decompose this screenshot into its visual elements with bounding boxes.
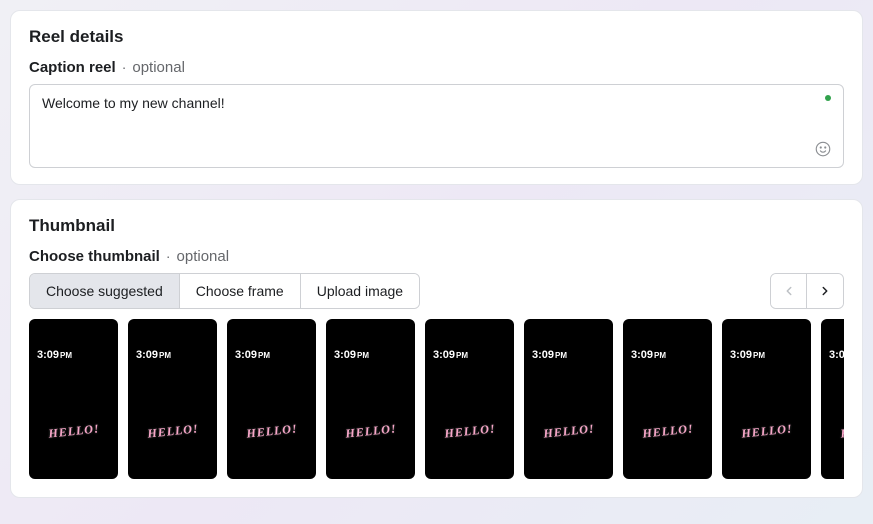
reel-details-card: Reel details Caption reel · optional Wel… [10, 10, 863, 185]
chevron-right-icon [818, 284, 832, 298]
thumbnail-time: 3:09PM [631, 349, 666, 361]
thumbnail-frame[interactable]: 3:09PM HELLO! [425, 319, 514, 479]
smile-icon [814, 140, 832, 158]
caption-optional: optional [132, 59, 185, 76]
choose-thumbnail-label: Choose thumbnail [29, 248, 160, 265]
thumbnail-time: 3:09PM [730, 349, 765, 361]
thumbnail-tabs: Choose suggested Choose frame Upload ima… [29, 273, 420, 309]
thumbnail-overlay-text: HELLO! [542, 421, 595, 441]
thumbnail-time: 3:09PM [829, 349, 844, 361]
thumbnail-next-button[interactable] [807, 274, 843, 308]
thumbnail-frame[interactable]: 3:09PM HELLO! [623, 319, 712, 479]
chevron-left-icon [782, 284, 796, 298]
thumbnail-card: Thumbnail Choose thumbnail · optional Ch… [10, 199, 863, 498]
caption-label-row: Caption reel · optional [29, 59, 844, 76]
thumbnail-frame[interactable]: 3:09PM HELLO! [722, 319, 811, 479]
thumbnail-overlay-text: HELLO! [47, 421, 100, 441]
thumbnail-nav [770, 273, 844, 309]
thumbnail-frame[interactable]: 3:09PM HELLO! [227, 319, 316, 479]
thumbnail-overlay-text: HELLO! [146, 421, 199, 441]
choose-thumbnail-label-row: Choose thumbnail · optional [29, 248, 844, 265]
dot-separator: · [122, 59, 127, 75]
status-indicator [825, 95, 831, 101]
emoji-picker-button[interactable] [813, 139, 833, 159]
thumbnail-frame[interactable]: 3:09PM HELLO! [326, 319, 415, 479]
caption-input[interactable]: Welcome to my new channel! [40, 93, 833, 159]
thumbnail-toolbar: Choose suggested Choose frame Upload ima… [29, 273, 844, 309]
thumbnail-time: 3:09PM [136, 349, 171, 361]
thumbnail-overlay-text: HELLO! [443, 421, 496, 441]
thumbnail-title: Thumbnail [29, 216, 844, 236]
thumbnail-overlay-text: HELLO! [245, 421, 298, 441]
thumbnail-overlay-text: HELLO! [740, 421, 793, 441]
thumbnail-frame[interactable]: 3:09PM HELLO! [821, 319, 844, 479]
caption-textarea-wrap: Welcome to my new channel! [29, 84, 844, 168]
tab-upload-image[interactable]: Upload image [301, 274, 419, 308]
thumbnail-overlay-text: HELLO! [344, 421, 397, 441]
thumbnail-frame[interactable]: 3:09PM HELLO! [128, 319, 217, 479]
thumbnail-overlay-text: HELLO! [839, 421, 844, 441]
thumbnail-optional: optional [177, 248, 230, 265]
thumbnail-time: 3:09PM [37, 349, 72, 361]
dot-separator: · [166, 248, 171, 264]
thumbnail-prev-button[interactable] [771, 274, 807, 308]
reel-details-title: Reel details [29, 27, 844, 47]
thumbnail-time: 3:09PM [433, 349, 468, 361]
thumbnail-strip: 3:09PMHELLO!3:09PMHELLO!3:09PMHELLO!3:09… [29, 319, 844, 479]
thumbnail-frame[interactable]: 3:09PM HELLO! [29, 319, 118, 479]
thumbnail-time: 3:09PM [532, 349, 567, 361]
tab-choose-frame[interactable]: Choose frame [180, 274, 301, 308]
tab-choose-suggested[interactable]: Choose suggested [30, 274, 180, 308]
thumbnail-frame[interactable]: 3:09PM HELLO! [524, 319, 613, 479]
thumbnail-time: 3:09PM [334, 349, 369, 361]
thumbnail-time: 3:09PM [235, 349, 270, 361]
caption-label: Caption reel [29, 59, 116, 76]
thumbnail-overlay-text: HELLO! [641, 421, 694, 441]
